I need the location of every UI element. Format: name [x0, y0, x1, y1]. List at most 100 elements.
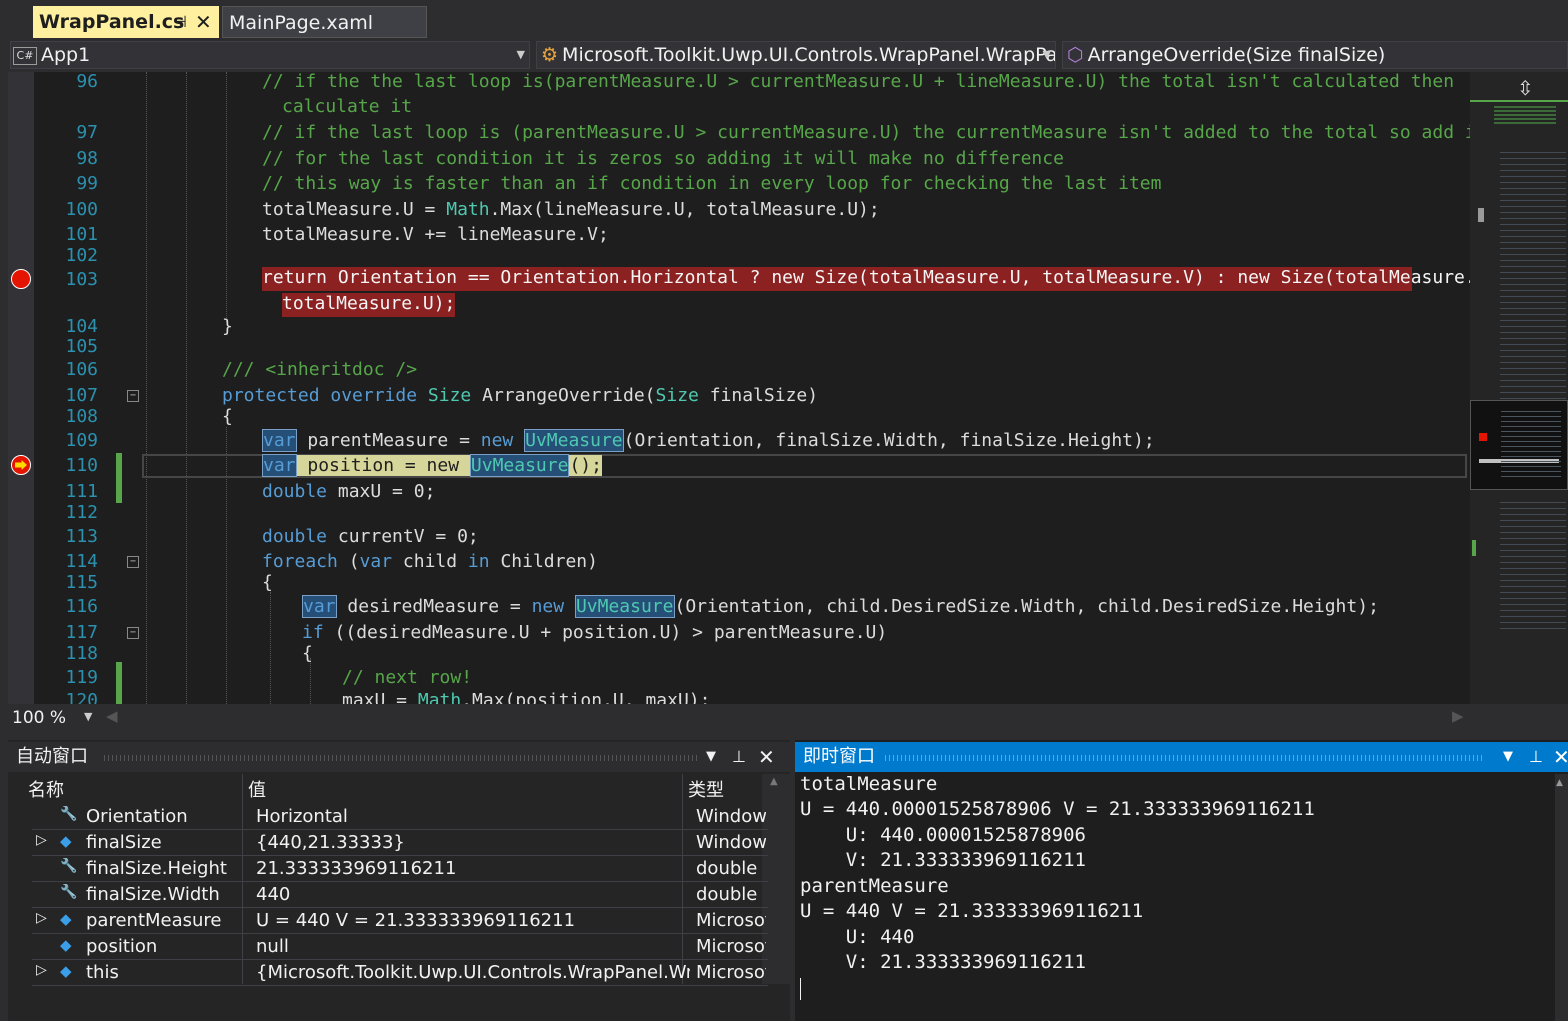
- autos-cell-name: finalSize.Height: [86, 858, 227, 879]
- current-statement-breakpoint-icon[interactable]: [11, 455, 31, 475]
- line-number: 97: [76, 122, 98, 143]
- indent-guide: [270, 592, 271, 704]
- csharp-project-icon: C#: [13, 46, 37, 65]
- code-line: /// <inheritdoc />: [222, 359, 418, 380]
- autos-cell-value: 440: [256, 884, 291, 905]
- code-line: var parentMeasure = new UvMeasure(Orient…: [262, 429, 1155, 452]
- code-line: // next row!: [342, 667, 473, 688]
- close-icon[interactable]: ✕: [195, 6, 212, 38]
- scroll-thumb[interactable]: [1478, 208, 1484, 222]
- line-number: 114: [65, 551, 98, 572]
- line-number: 99: [76, 173, 98, 194]
- expand-arrow-icon[interactable]: ▷: [36, 832, 47, 848]
- autos-cell-type: Microsof: [696, 910, 766, 931]
- autos-row[interactable]: ◆ position null Microsof: [32, 934, 768, 960]
- vertical-scrollbar-map[interactable]: ⇳: [1470, 72, 1568, 704]
- cube-icon: ◆: [60, 962, 72, 980]
- line-number: 101: [65, 224, 98, 245]
- autos-row[interactable]: 🔧 Orientation Horizontal Windows: [32, 804, 768, 830]
- map-change-marker: [1472, 540, 1476, 556]
- current-statement-code-line: var position = new UvMeasure();: [262, 454, 602, 477]
- autos-cell-value: 21.333333969116211: [256, 858, 457, 879]
- autos-row[interactable]: ▷ ◆ finalSize {440,21.33333} Windows: [32, 830, 768, 856]
- pin-icon[interactable]: ⊥: [732, 742, 746, 772]
- pin-icon[interactable]: ⊣: [173, 6, 187, 38]
- project-dropdown[interactable]: C# App1 ▼: [10, 41, 530, 69]
- line-number: 116: [65, 596, 98, 617]
- autos-cell-value: {440,21.33333}: [256, 832, 405, 853]
- chevron-down-icon: ▼: [516, 48, 525, 61]
- column-header-name[interactable]: 名称: [28, 776, 64, 802]
- code-line: }: [222, 316, 233, 337]
- tab-label: WrapPanel.cs: [39, 11, 185, 33]
- collapse-icon[interactable]: −: [127, 627, 139, 639]
- code-line: if ((desiredMeasure.U + position.U) > pa…: [302, 622, 888, 643]
- expand-arrow-icon[interactable]: ▷: [36, 962, 47, 978]
- breakpoint-icon[interactable]: [11, 269, 31, 289]
- close-icon[interactable]: ✕: [758, 742, 775, 772]
- indent-guide: [310, 658, 311, 704]
- change-indicator: [116, 662, 122, 704]
- line-number: 117: [65, 622, 98, 643]
- autos-cell-value: {Microsoft.Toolkit.Uwp.UI.Controls.WrapP…: [256, 962, 690, 983]
- chevron-down-icon[interactable]: ▼: [84, 710, 92, 723]
- autos-row[interactable]: ▷ ◆ parentMeasure U = 440 V = 21.3333339691…: [32, 908, 768, 934]
- chevron-down-icon[interactable]: ▼: [1503, 742, 1513, 772]
- immediate-scrollbar[interactable]: ▲: [1555, 774, 1568, 1021]
- map-viewport[interactable]: [1470, 400, 1568, 490]
- line-number: 110: [65, 455, 98, 476]
- class-icon: ⚙: [541, 44, 559, 66]
- collapse-icon[interactable]: −: [127, 390, 139, 402]
- split-window-icon[interactable]: ⇳: [1517, 76, 1534, 100]
- immediate-line: U = 440 V = 21.333333969116211: [800, 900, 1144, 922]
- indent-guide: [146, 72, 147, 704]
- member-dropdown[interactable]: ⬡ ArrangeOverride(Size finalSize): [1062, 41, 1568, 69]
- tab-mainpage-xaml[interactable]: MainPage.xaml: [222, 6, 427, 38]
- code-line: protected override Size ArrangeOverride(…: [222, 385, 819, 406]
- chevron-down-icon[interactable]: ▼: [706, 742, 716, 772]
- immediate-title: 即时窗口: [803, 746, 875, 767]
- chevron-down-icon: ▼: [1042, 48, 1051, 61]
- indicator-margin[interactable]: [8, 72, 34, 704]
- navigation-bar: C# App1 ▼ ⚙ Microsoft.Toolkit.Uwp.UI.Contr…: [8, 40, 1568, 72]
- collapse-icon[interactable]: −: [127, 556, 139, 568]
- title-grip: [885, 755, 1485, 761]
- autos-cell-name: position: [86, 936, 158, 957]
- pin-icon[interactable]: ⊥: [1529, 742, 1543, 772]
- code-line: calculate it: [282, 96, 413, 117]
- autos-title-bar[interactable]: 自动窗口 ▼ ⊥ ✕: [8, 742, 790, 772]
- close-icon[interactable]: ✕: [1553, 742, 1568, 772]
- code-editor[interactable]: 96 97 98 99 100 101 102 103 104 105 106 …: [8, 72, 1470, 704]
- code-line: // this way is faster than an if conditi…: [262, 173, 1162, 194]
- wrench-icon: 🔧: [60, 884, 78, 900]
- autos-row[interactable]: 🔧 finalSize.Height 21.333333969116211 doubl…: [32, 856, 768, 882]
- autos-cell-name: this: [86, 962, 119, 983]
- zoom-level[interactable]: 100 %: [12, 708, 66, 728]
- autos-row[interactable]: ▷ ◆ this {Microsoft.Toolkit.Uwp.UI.Controls…: [32, 960, 768, 986]
- member-label: ArrangeOverride(Size finalSize): [1087, 44, 1386, 66]
- code-line: totalMeasure.V += lineMeasure.V;: [262, 224, 609, 245]
- map-code-preview: [1500, 502, 1566, 632]
- scroll-left-icon[interactable]: ◀: [106, 707, 118, 725]
- code-line: // if the last loop is (parentMeasure.U …: [262, 122, 1470, 143]
- tab-wrappanel-cs[interactable]: WrapPanel.cs ⊣ ✕: [33, 6, 219, 38]
- line-number: 115: [65, 572, 98, 593]
- autos-title: 自动窗口: [16, 746, 88, 767]
- line-number: 109: [65, 430, 98, 451]
- scroll-right-icon[interactable]: ▶: [1452, 707, 1464, 725]
- class-dropdown[interactable]: ⚙ Microsoft.Toolkit.Uwp.UI.Controls.WrapP…: [536, 41, 1056, 69]
- column-header-type[interactable]: 类型: [688, 776, 724, 802]
- line-number: 113: [65, 526, 98, 547]
- autos-row[interactable]: 🔧 finalSize.Width 440 double: [32, 882, 768, 908]
- autos-cell-value: Horizontal: [256, 806, 348, 827]
- autos-cell-value: U = 440 V = 21.333333969116211: [256, 910, 576, 931]
- immediate-line: U: 440.00001525878906: [800, 824, 1086, 846]
- cube-icon: ◆: [60, 910, 72, 928]
- line-number: 104: [65, 316, 98, 337]
- cube-icon: ◆: [60, 832, 72, 850]
- column-header-value[interactable]: 值: [248, 776, 266, 802]
- immediate-title-bar[interactable]: 即时窗口 ▼ ⊥ ✕: [795, 742, 1568, 772]
- expand-arrow-icon[interactable]: ▷: [36, 910, 47, 926]
- line-number: 107: [65, 385, 98, 406]
- code-line: // for the last condition it is zeros so…: [262, 148, 1064, 169]
